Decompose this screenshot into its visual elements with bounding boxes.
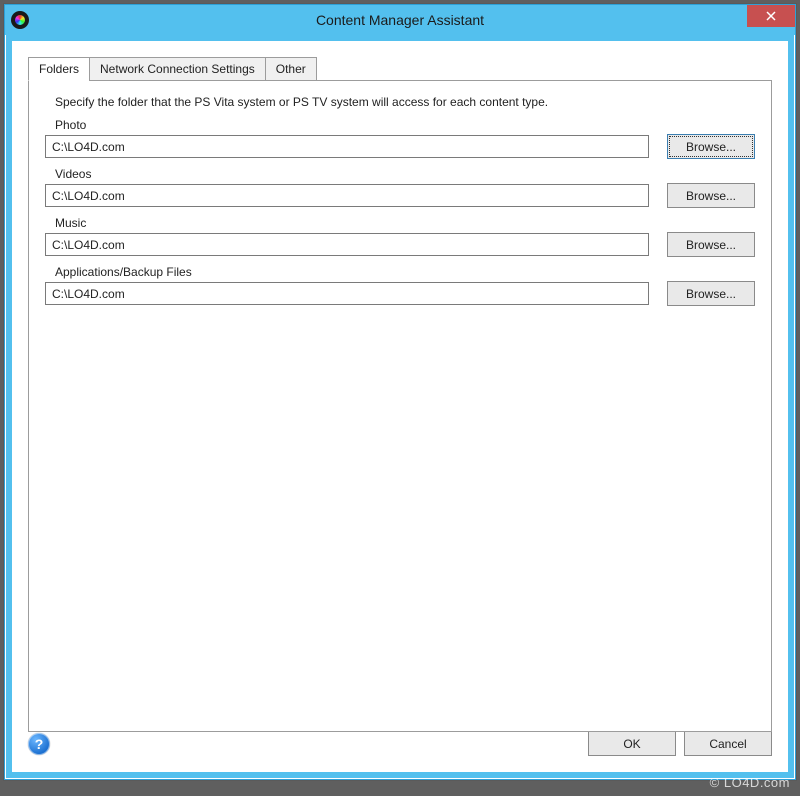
photo-path-input[interactable] [45, 135, 649, 158]
photo-browse-button[interactable]: Browse... [667, 134, 755, 159]
client-area: Folders Network Connection Settings Othe… [18, 47, 782, 766]
tab-other[interactable]: Other [265, 57, 317, 81]
videos-path-input[interactable] [45, 184, 649, 207]
group-photo: Photo Browse... [45, 118, 755, 159]
videos-browse-button[interactable]: Browse... [667, 183, 755, 208]
tab-folders[interactable]: Folders [28, 57, 90, 81]
ok-button[interactable]: OK [588, 731, 676, 756]
instruction-text: Specify the folder that the PS Vita syst… [55, 95, 735, 110]
titlebar[interactable]: Content Manager Assistant [5, 5, 795, 35]
cancel-button[interactable]: Cancel [684, 731, 772, 756]
window-title: Content Manager Assistant [5, 12, 795, 28]
help-icon[interactable]: ? [28, 733, 50, 755]
dialog-footer: ? OK Cancel [28, 731, 772, 756]
label-music: Music [55, 216, 755, 230]
close-button[interactable] [747, 5, 795, 27]
app-icon [11, 11, 29, 29]
label-videos: Videos [55, 167, 755, 181]
group-videos: Videos Browse... [45, 167, 755, 208]
music-path-input[interactable] [45, 233, 649, 256]
group-music: Music Browse... [45, 216, 755, 257]
group-apps: Applications/Backup Files Browse... [45, 265, 755, 306]
apps-browse-button[interactable]: Browse... [667, 281, 755, 306]
label-apps: Applications/Backup Files [55, 265, 755, 279]
music-browse-button[interactable]: Browse... [667, 232, 755, 257]
tabpanel-folders: Specify the folder that the PS Vita syst… [28, 80, 772, 732]
close-icon [766, 11, 776, 21]
tab-network-settings[interactable]: Network Connection Settings [89, 57, 266, 81]
label-photo: Photo [55, 118, 755, 132]
app-window: Content Manager Assistant Folders Networ… [4, 4, 796, 780]
window-border: Folders Network Connection Settings Othe… [6, 35, 794, 778]
tabstrip: Folders Network Connection Settings Othe… [28, 57, 772, 81]
apps-path-input[interactable] [45, 282, 649, 305]
